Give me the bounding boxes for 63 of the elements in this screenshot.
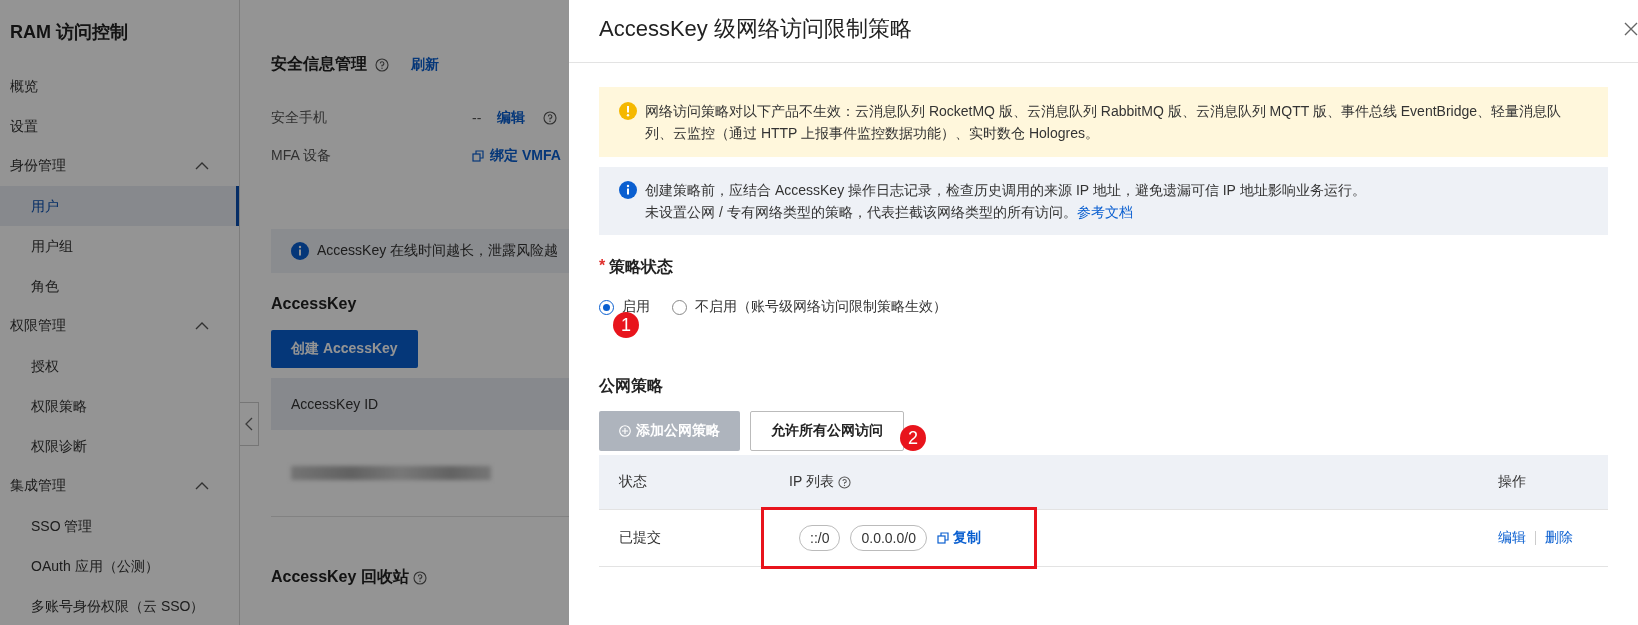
warning-icon [619, 102, 637, 120]
chevron-left-icon [245, 417, 253, 431]
column-header: AccessKey ID [291, 396, 379, 412]
copy-icon [936, 532, 949, 544]
step-badge: 2 [900, 425, 926, 451]
section-title: AccessKey 回收站 [271, 567, 409, 587]
sidebar-item[interactable]: SSO 管理 [0, 506, 239, 546]
step-badge: 1 [613, 312, 639, 338]
copy-link[interactable]: 复制 [952, 529, 981, 547]
table-cell: 已提交 [619, 529, 661, 545]
info-icon [619, 181, 637, 199]
column-header: IP 列表 [789, 473, 834, 491]
doc-link[interactable]: 参考文档 [1076, 204, 1133, 220]
sidebar-item[interactable]: 用户组 [0, 226, 239, 266]
action-link[interactable]: 删除 [1545, 529, 1573, 547]
sidebar-item[interactable]: OAuth 应用（公测） [0, 546, 239, 586]
plus-icon [619, 425, 631, 437]
edit-link[interactable]: 编辑 [497, 109, 526, 127]
bind-link[interactable]: 绑定 VMFA [490, 147, 561, 165]
close-icon[interactable] [1624, 22, 1638, 36]
required-mark: * [599, 257, 606, 276]
sidebar-item[interactable]: 多账号身份权限（云 SSO） [0, 586, 239, 625]
sidebar-item[interactable]: 角色 [0, 266, 239, 306]
chevron-icon[interactable] [195, 162, 209, 170]
info-text: 创建策略前，应结合 AccessKey 操作日志记录，检查历史调用的来源 IP 地址，避免遗漏可信 IP 地址影响业务运行。 [645, 181, 1366, 200]
section-title: 公网策略 [599, 376, 664, 396]
info-text: 未设置公网 / 专有网络类型的策略，代表拦截该网络类型的所有访问。 [645, 204, 1077, 220]
field-label: 安全手机 [271, 109, 328, 127]
allow-all-button[interactable]: 允许所有公网访问 [750, 411, 904, 451]
sidebar-group[interactable]: 身份管理 [10, 157, 66, 175]
drawer-title: AccessKey 级网络访问限制策略 [599, 15, 912, 43]
field-value: -- [472, 110, 482, 126]
help-icon[interactable] [375, 57, 389, 72]
sidebar-item[interactable]: 概览 [0, 66, 239, 106]
notice-text: AccessKey 在线时间越长，泄露风险越 [317, 242, 559, 260]
column-header: 状态 [619, 473, 647, 489]
radio-button[interactable] [599, 299, 614, 315]
sidebar-item[interactable]: 用户 [0, 186, 239, 226]
sidebar-item[interactable]: 设置 [0, 106, 239, 146]
field-label: MFA 设备 [271, 147, 332, 165]
refresh-link[interactable]: 刷新 [411, 55, 439, 74]
copy-icon [472, 150, 484, 162]
section-title: AccessKey [271, 295, 357, 313]
sidebar-group[interactable]: 集成管理 [10, 477, 66, 495]
help-icon[interactable] [543, 111, 558, 125]
help-icon[interactable] [837, 475, 851, 489]
sidebar-item[interactable]: 权限诊断 [0, 426, 239, 466]
create-accesskey-button[interactable]: 创建 AccessKey [271, 330, 418, 368]
info-icon [291, 242, 309, 260]
column-header: 操作 [1498, 473, 1526, 489]
radio-label[interactable]: 不启用（账号级网络访问限制策略生效） [695, 298, 947, 316]
chevron-icon[interactable] [195, 322, 209, 330]
sidebar-group[interactable]: 权限管理 [10, 317, 66, 335]
form-label: 策略状态 [609, 257, 674, 277]
section-title: 安全信息管理 [271, 54, 367, 74]
warning-text: 网络访问策略对以下产品不生效：云消息队列 RocketMQ 版、云消息队列 RabbitMQ 版、云消息队列 MQTT 版、事件总线 EventBridge、轻量消息队列、云监控（通过 HTTP 上报事件监控数据功能）、实时数仓 Hologres。 [645, 102, 1563, 143]
radio-button[interactable] [672, 299, 687, 315]
chevron-icon[interactable] [195, 482, 209, 490]
action-link[interactable]: 编辑 [1498, 529, 1526, 547]
sidebar-item[interactable]: 权限策略 [0, 386, 239, 426]
sidebar-title: RAM 访问控制 [9, 21, 129, 44]
sidebar-item[interactable]: 授权 [0, 346, 239, 386]
help-icon[interactable] [412, 570, 427, 585]
